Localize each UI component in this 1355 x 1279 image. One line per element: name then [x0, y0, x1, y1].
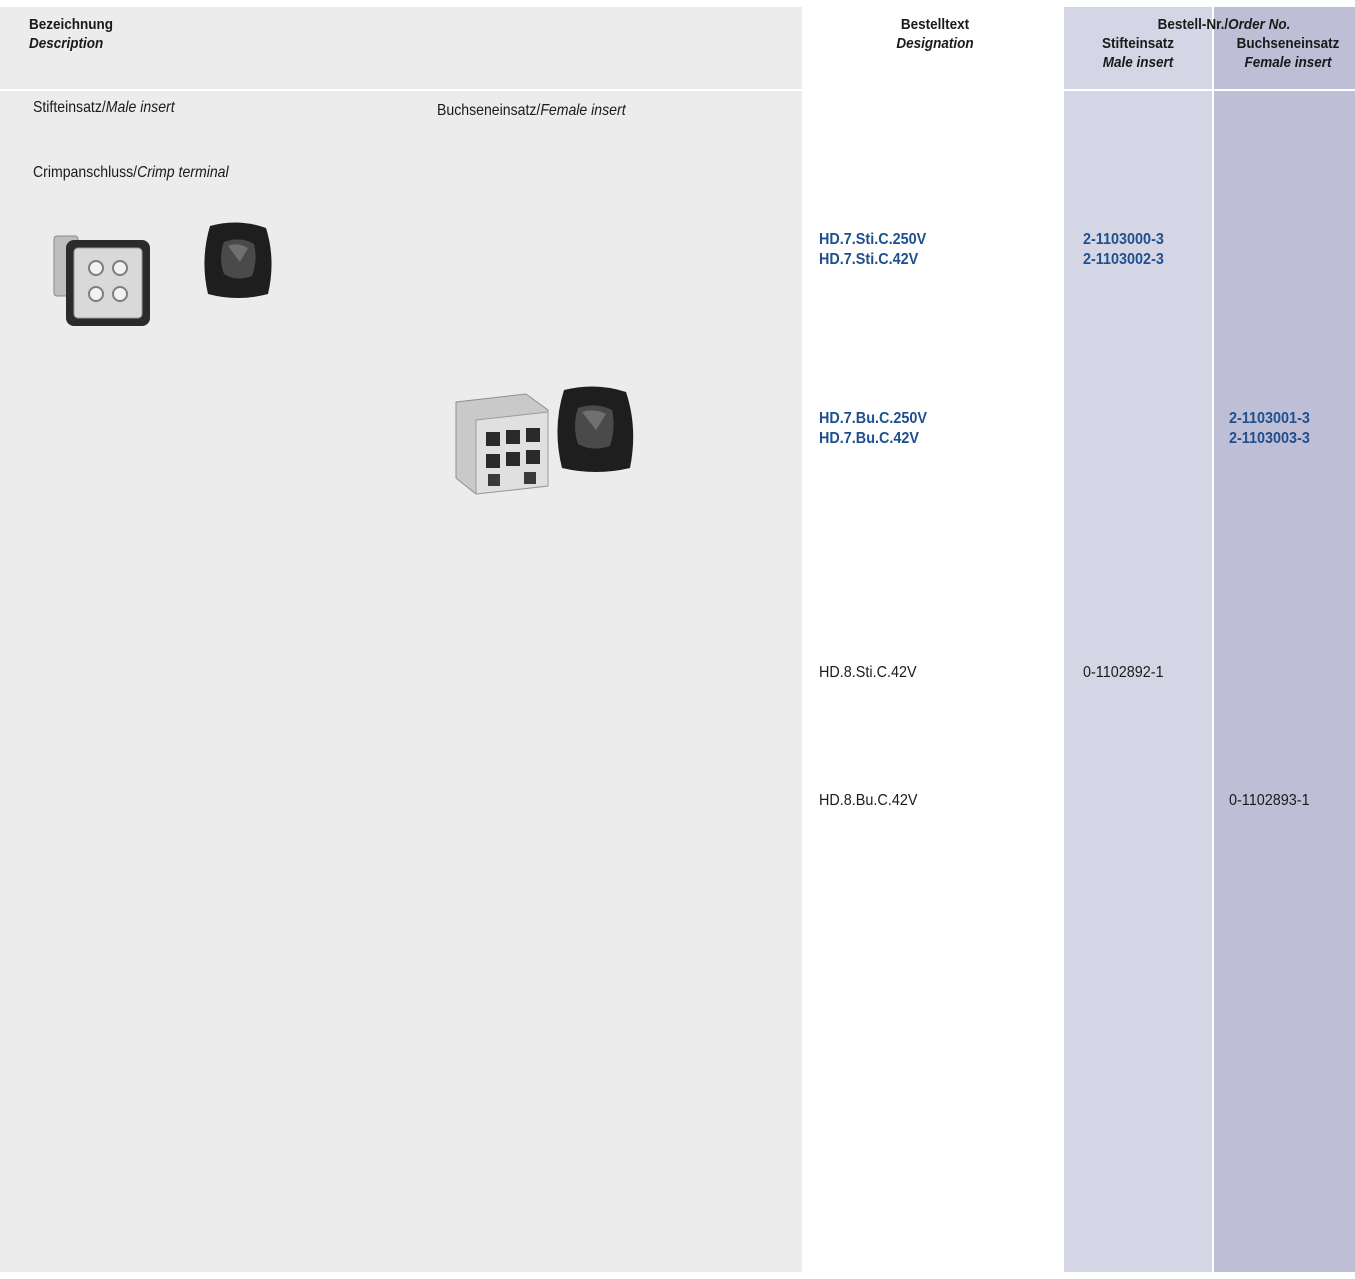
female-insert-photo — [455, 393, 549, 495]
designation-text: HD.8.Bu.C.42V — [819, 792, 918, 809]
description-panel — [0, 7, 802, 1272]
designation-text: HD.7.Sti.C.250V — [819, 231, 927, 248]
cable-hood-photo — [557, 386, 634, 472]
order-number: 2-1103000-3 — [1083, 231, 1164, 248]
order-number: 2-1103002-3 — [1083, 251, 1164, 268]
designation-cell: HD.7.Sti.C.250V HD.7.Sti.C.42V — [819, 230, 926, 270]
designation-cell: HD.8.Bu.C.42V — [819, 791, 917, 811]
female-order-number-cell: 0-1102893-1 — [1229, 791, 1310, 811]
header-female-en: Female insert — [1244, 54, 1332, 71]
cable-hood-photo — [204, 222, 272, 298]
order-number: 2-1103003-3 — [1229, 430, 1310, 447]
label-male-insert-de: Stifteinsatz/ — [33, 99, 106, 116]
order-number: 0-1102892-1 — [1083, 664, 1164, 681]
label-crimp-de: Crimpanschluss/ — [33, 164, 138, 181]
male-order-number-cell: 2-1103000-3 2-1103002-3 — [1083, 230, 1164, 270]
label-female-insert: Buchseneinsatz/Female insert — [437, 101, 626, 121]
female-order-number-cell: 2-1103001-3 2-1103003-3 — [1229, 409, 1310, 449]
header-order-en: Order No. — [1228, 16, 1291, 33]
order-number: 0-1102893-1 — [1229, 792, 1310, 809]
designation-cell: HD.8.Sti.C.42V — [819, 663, 917, 683]
header-female-insert: Buchseneinsatz Female insert — [1228, 34, 1349, 72]
designation-text: HD.8.Sti.C.42V — [819, 664, 917, 681]
label-female-insert-de: Buchseneinsatz/ — [437, 102, 541, 119]
header-description: Bezeichnung Description — [29, 15, 113, 53]
header-male-insert: Stifteinsatz Male insert — [1084, 34, 1192, 72]
header-designation-en: Designation — [896, 35, 974, 52]
header-order-de: Bestell-Nr./ — [1157, 16, 1229, 33]
male-order-number-cell: 0-1102892-1 — [1083, 663, 1164, 683]
label-male-insert-en: Male insert — [105, 99, 175, 116]
header-description-de: Bezeichnung — [29, 16, 114, 33]
female-insert-column — [1214, 7, 1355, 1272]
header-designation-de: Bestelltext — [900, 16, 970, 33]
label-male-insert: Stifteinsatz/Male insert — [33, 98, 175, 118]
header-designation: Bestelltext Designation — [881, 15, 989, 53]
header-male-en: Male insert — [1102, 54, 1174, 71]
header-order-no: Bestell-Nr./Order No. — [1116, 15, 1332, 34]
header-female-de: Buchseneinsatz — [1236, 35, 1340, 52]
label-crimp-terminal: Crimpanschluss/Crimp terminal — [33, 163, 229, 183]
designation-text: HD.7.Bu.C.42V — [819, 430, 920, 447]
label-crimp-en: Crimp terminal — [137, 164, 229, 181]
header-description-en: Description — [29, 35, 104, 52]
header-divider — [0, 89, 802, 91]
label-female-insert-en: Female insert — [540, 102, 626, 119]
male-insert-column — [1064, 7, 1212, 1272]
designation-text: HD.7.Bu.C.250V — [819, 410, 928, 427]
order-number: 2-1103001-3 — [1229, 410, 1310, 427]
designation-cell: HD.7.Bu.C.250V HD.7.Bu.C.42V — [819, 409, 927, 449]
designation-text: HD.7.Sti.C.42V — [819, 251, 919, 268]
male-insert-photo — [53, 235, 150, 326]
header-divider — [1064, 89, 1355, 91]
header-male-de: Stifteinsatz — [1101, 35, 1174, 52]
